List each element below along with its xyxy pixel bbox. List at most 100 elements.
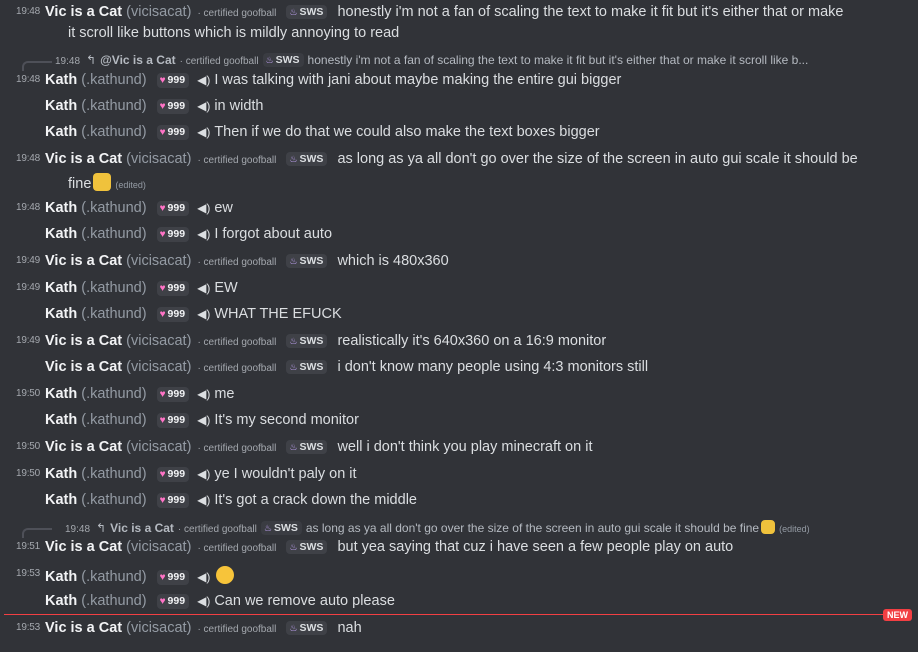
server-tag-badge[interactable]: ♥ 999	[156, 227, 190, 242]
person-shrugging-emoji[interactable]	[93, 173, 112, 191]
message-line: Kath (.kathund) ♥ 999 ◀)	[45, 566, 910, 586]
username[interactable]: Vic is a Cat	[45, 359, 122, 375]
heart-icon: ♥	[159, 596, 166, 607]
server-tag-badge[interactable]: ♥ 999	[156, 493, 190, 508]
heart-icon: ♥	[159, 309, 166, 320]
server-tag-badge[interactable]: ♨ SWS	[286, 152, 328, 166]
username[interactable]: Kath	[45, 72, 77, 88]
reply-timestamp: 19:48	[65, 524, 91, 535]
user-handle: (vicisacat)	[126, 253, 192, 269]
message-text: I forgot about auto	[214, 226, 333, 242]
loudly-crying-face-emoji[interactable]	[216, 566, 235, 584]
username[interactable]: Kath	[45, 492, 77, 508]
user-handle: (vicisacat)	[126, 4, 192, 20]
server-tag-badge[interactable]: ♥ 999	[156, 125, 190, 140]
username[interactable]: Vic is a Cat	[45, 539, 122, 555]
server-tag-badge[interactable]: ♥ 999	[156, 307, 190, 322]
server-tag-badge[interactable]: ♥ 999	[156, 570, 190, 585]
username[interactable]: Vic is a Cat	[45, 439, 122, 455]
user-handle: (vicisacat)	[126, 620, 192, 636]
speaker-icon: ◀)	[197, 73, 211, 87]
server-tag-badge[interactable]: ♨ SWS	[286, 440, 328, 454]
reply-arrow-icon: ↰	[96, 521, 107, 535]
server-tag-badge[interactable]: ♨ SWS	[286, 540, 328, 554]
heart-icon: ♥	[159, 127, 166, 138]
username[interactable]: Kath	[45, 306, 77, 322]
server-tag-badge[interactable]: ♨ SWS	[286, 621, 328, 635]
reply-username[interactable]: Vic is a Cat	[110, 521, 174, 535]
message-text: Then if we do that we could also make th…	[214, 124, 600, 140]
message-text: Can we remove auto please	[214, 593, 395, 609]
username[interactable]: Kath	[45, 226, 77, 242]
server-tag-badge[interactable]: ♥ 999	[156, 594, 190, 609]
username[interactable]: Vic is a Cat	[45, 253, 122, 269]
username[interactable]: Kath	[45, 412, 77, 428]
server-tag-badge[interactable]: ♨ SWS	[286, 334, 328, 348]
message-line: Kath (.kathund) ♥ 999 ◀) ew	[45, 200, 910, 217]
heart-icon: ♥	[159, 495, 166, 506]
message-line: Vic is a Cat (vicisacat) · certified goo…	[45, 4, 910, 22]
message-line: Kath (.kathund) ♥ 999 ◀) EW	[45, 280, 910, 297]
timestamp: 19:48	[15, 74, 40, 85]
server-tag-label: SWS	[273, 522, 298, 534]
message-text: It's got a crack down the middle	[214, 492, 417, 508]
username[interactable]: Kath	[45, 569, 77, 585]
server-tag-badge[interactable]: ♨ SWS	[286, 5, 328, 19]
edited-label: (edited)	[115, 180, 146, 190]
speaker-icon: ◀)	[197, 570, 211, 584]
message-text: but yea saying that cuz i have seen a fe…	[337, 539, 734, 555]
message-line: Vic is a Cat (vicisacat) · certified goo…	[45, 539, 910, 557]
timestamp: 19:48	[15, 6, 40, 17]
timestamp: 19:49	[15, 335, 40, 346]
message-text: it scroll like buttons which is mildly a…	[68, 25, 400, 41]
username[interactable]: Kath	[45, 200, 77, 216]
heart-icon: ♥	[159, 101, 166, 112]
server-tag-label: 999	[167, 282, 186, 294]
message-text: well i don't think you play minecraft on…	[337, 439, 593, 455]
username[interactable]: Vic is a Cat	[45, 151, 122, 167]
server-tag-badge[interactable]: ♨ SWS	[286, 254, 328, 268]
user-tagline: · certified goofball	[197, 543, 277, 554]
flame-icon: ♨	[289, 623, 298, 633]
flame-icon: ♨	[263, 523, 272, 533]
server-tag-badge[interactable]: ♥ 999	[156, 73, 190, 88]
username[interactable]: Kath	[45, 280, 77, 296]
reply-text: as long as ya all don't go over the size…	[305, 521, 760, 535]
heart-icon: ♥	[159, 572, 166, 583]
user-handle: (.kathund)	[81, 200, 147, 216]
server-tag-badge[interactable]: ♨ SWS	[286, 360, 328, 374]
server-tag-badge[interactable]: ♥ 999	[156, 413, 190, 428]
username[interactable]: Vic is a Cat	[45, 4, 122, 20]
username[interactable]: Vic is a Cat	[45, 620, 122, 636]
server-tag-label: 999	[167, 494, 186, 506]
server-tag-badge[interactable]: ♥ 999	[156, 467, 190, 482]
server-tag-badge[interactable]: ♥ 999	[156, 201, 190, 216]
user-tagline: · certified goofball	[197, 363, 277, 374]
reply-timestamp: 19:48	[55, 56, 81, 67]
server-tag-label: 999	[167, 571, 186, 583]
server-tag-label: 999	[167, 202, 186, 214]
server-tag-badge[interactable]: ♥ 999	[156, 281, 190, 296]
message-line-continued: it scroll like buttons which is mildly a…	[68, 25, 910, 42]
username[interactable]: Kath	[45, 386, 77, 402]
server-tag-badge[interactable]: ♥ 999	[156, 99, 190, 114]
reply-tagline: · certified goofball	[177, 524, 257, 535]
username[interactable]: Kath	[45, 98, 77, 114]
username[interactable]: Kath	[45, 466, 77, 482]
reply-arrow-icon: ↰	[86, 53, 97, 67]
username[interactable]: Kath	[45, 124, 77, 140]
flame-icon: ♨	[289, 336, 298, 346]
reply-username[interactable]: @Vic is a Cat	[100, 53, 176, 67]
server-tag-label: 999	[167, 74, 186, 86]
message-line: Kath (.kathund) ♥ 999 ◀) ye I wouldn't pal…	[45, 466, 910, 483]
server-tag-badge[interactable]: ♥ 999	[156, 387, 190, 402]
speaker-icon: ◀)	[197, 125, 211, 139]
message-text: ye I wouldn't paly on it	[214, 466, 357, 482]
timestamp: 19:50	[15, 388, 40, 399]
reply-connector	[22, 61, 52, 71]
flame-icon: ♨	[289, 442, 298, 452]
timestamp: 19:49	[15, 282, 40, 293]
reply-tagline: · certified goofball	[179, 56, 259, 67]
username[interactable]: Kath	[45, 593, 77, 609]
username[interactable]: Vic is a Cat	[45, 333, 122, 349]
